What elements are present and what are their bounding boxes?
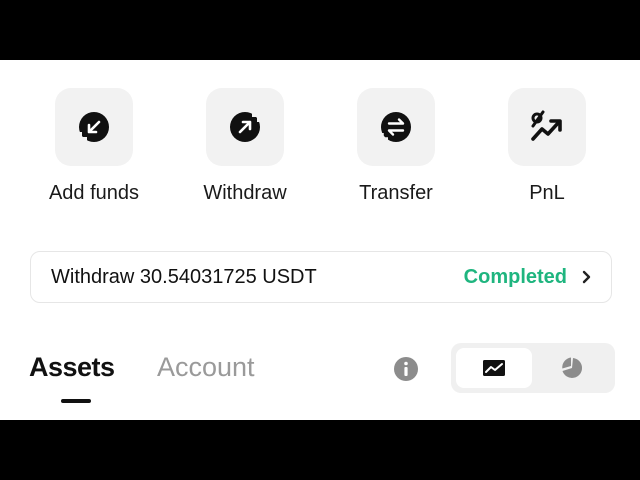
transaction-status: Completed xyxy=(463,265,567,288)
withdraw-icon xyxy=(230,112,261,142)
distribution-view-button[interactable] xyxy=(534,348,610,388)
withdraw-status-card[interactable]: Withdraw 30.54031725 USDT Completed xyxy=(30,251,612,303)
withdraw-label: Withdraw xyxy=(203,182,287,204)
add-funds-icon xyxy=(78,112,109,142)
withdraw-button[interactable]: Withdraw xyxy=(180,88,310,218)
add-funds-tile[interactable] xyxy=(55,88,133,166)
asset-tabs: Assets Account xyxy=(0,340,640,420)
quick-actions: Add funds Withdraw Transfer PnL xyxy=(0,60,640,220)
transfer-tile[interactable] xyxy=(357,88,435,166)
add-funds-label: Add funds xyxy=(48,182,140,204)
view-toggle xyxy=(451,343,615,393)
pie-chart-icon xyxy=(562,357,583,378)
transfer-button[interactable]: Transfer xyxy=(331,88,461,218)
pnl-label: PnL xyxy=(529,182,565,204)
transfer-label: Transfer xyxy=(359,182,433,204)
pnl-icon xyxy=(531,110,562,141)
tab-assets[interactable]: Assets xyxy=(29,352,115,383)
pnl-button[interactable]: PnL xyxy=(482,88,612,218)
trend-view-button[interactable] xyxy=(456,348,532,388)
transaction-description: Withdraw 30.54031725 USDT xyxy=(51,265,317,288)
pnl-tile[interactable] xyxy=(508,88,586,166)
tab-account[interactable]: Account xyxy=(157,352,255,383)
active-tab-indicator xyxy=(61,399,91,403)
wallet-screen: Add funds Withdraw Transfer PnL Withdraw… xyxy=(0,60,640,420)
add-funds-button[interactable]: Add funds xyxy=(29,88,159,218)
withdraw-tile[interactable] xyxy=(206,88,284,166)
trend-chart-icon xyxy=(483,360,505,376)
info-icon[interactable] xyxy=(394,357,418,381)
chevron-right-icon xyxy=(581,270,591,284)
transfer-icon xyxy=(380,112,411,142)
